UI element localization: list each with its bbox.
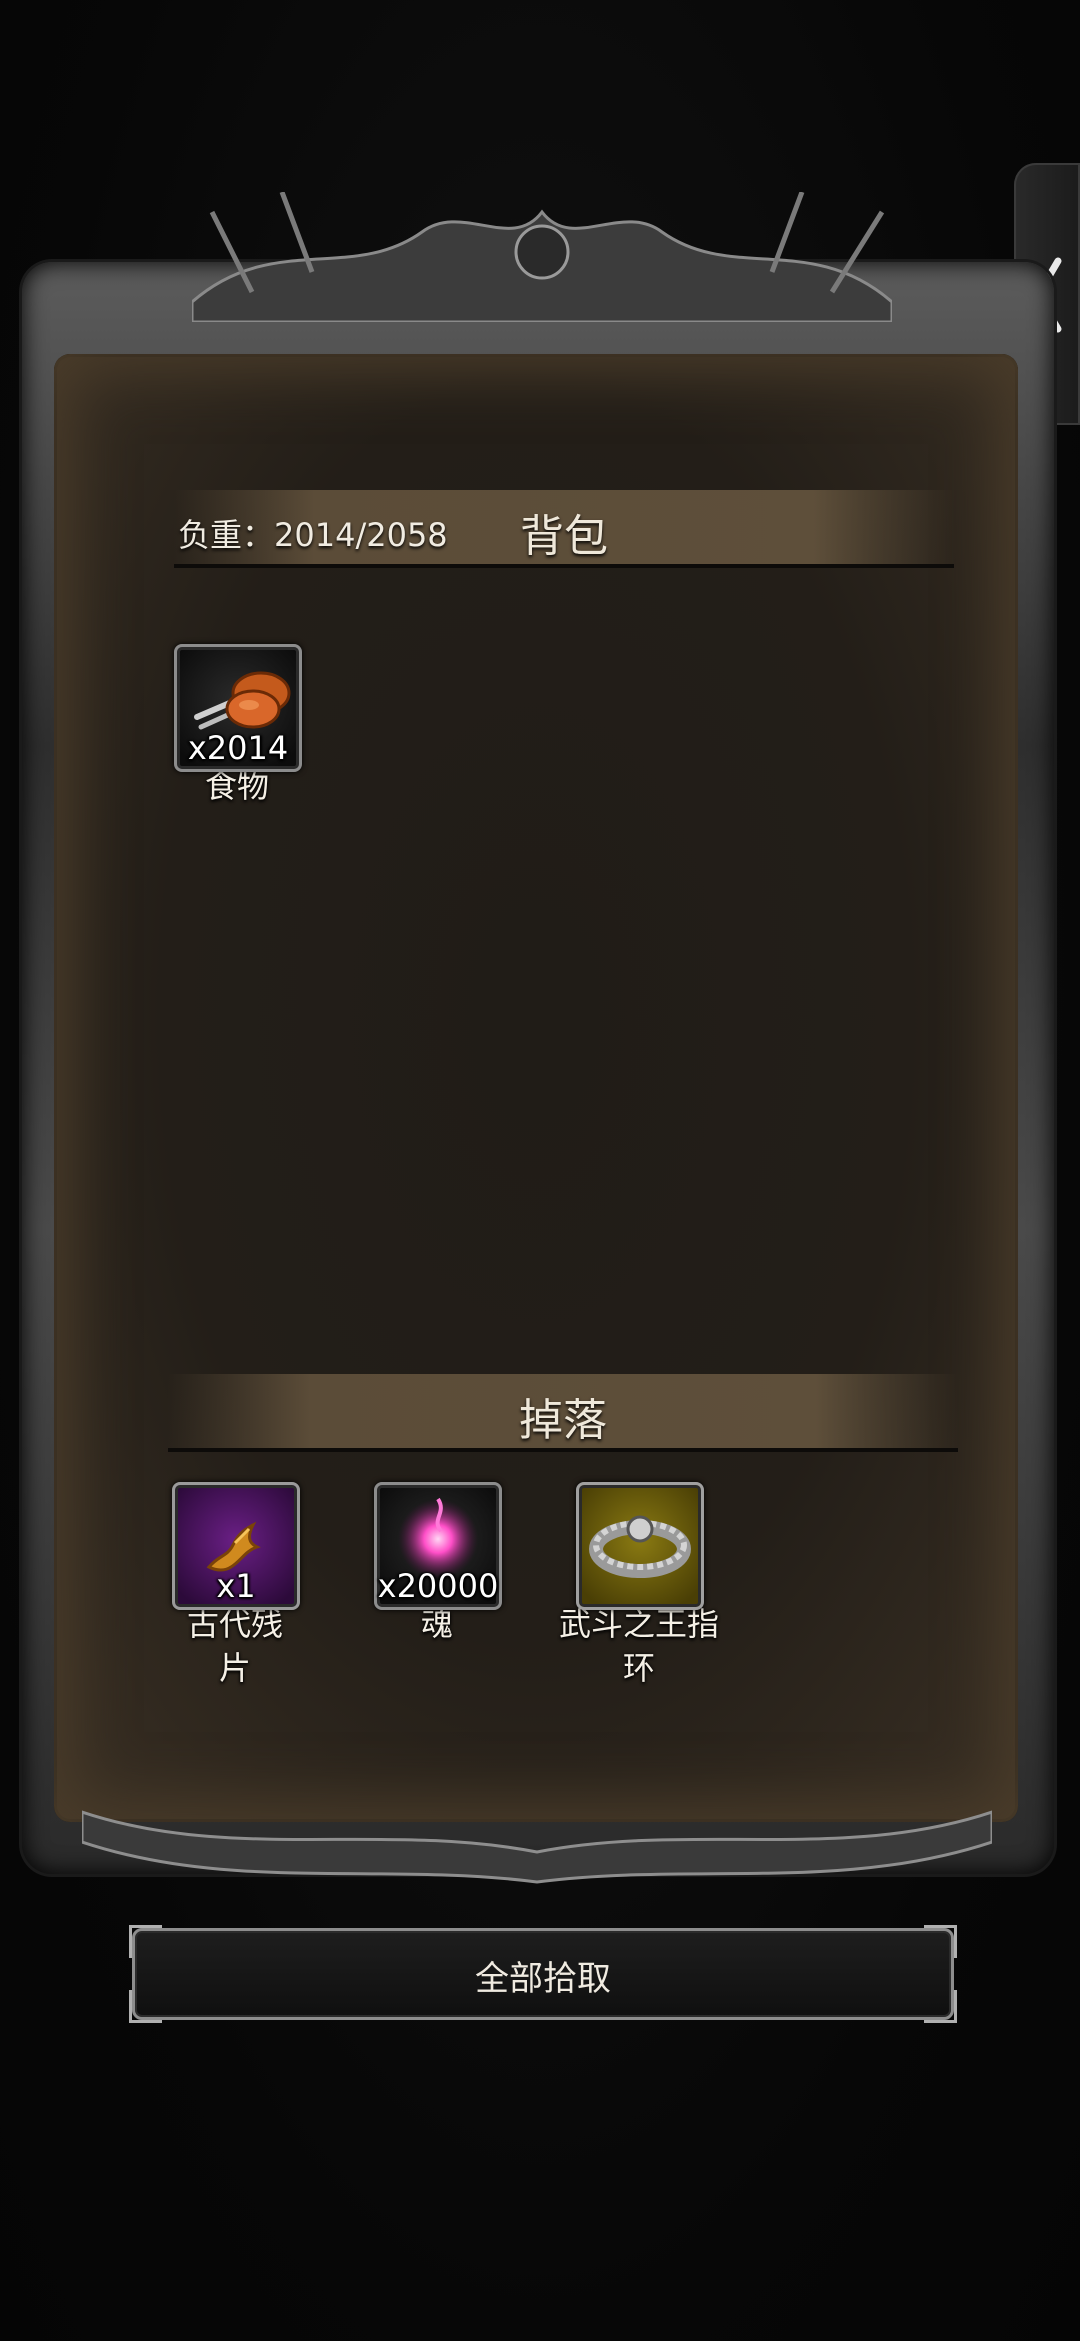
pickup-all-label: 全部拾取 [475, 1959, 611, 1999]
drop-item-soul[interactable]: x20000 魂 [374, 1482, 502, 1646]
pickup-all-button[interactable]: 全部拾取 [129, 1925, 957, 2023]
backpack-header: 负重：2014/2058 背包 [174, 490, 954, 568]
item-slot: x20000 [374, 1482, 502, 1610]
ring-icon [589, 1515, 691, 1578]
inventory-panel: 负重：2014/2058 背包 x2014 食物 掉落 x1 古代残片 x200… [54, 354, 1018, 1822]
header-divider [168, 1448, 958, 1452]
item-name: 武斗之王指环 [558, 1605, 719, 1687]
item-quantity: x2014 [187, 729, 289, 767]
drop-item-ring[interactable]: 武斗之王指环 [559, 1482, 719, 1690]
inventory-frame: 负重：2014/2058 背包 x2014 食物 掉落 x1 古代残片 x200… [22, 192, 1054, 1884]
backpack-title: 背包 [520, 511, 608, 562]
item-name: 古代残片 [186, 1605, 283, 1687]
drop-item-ancient-shard[interactable]: x1 古代残片 [172, 1482, 300, 1690]
drops-title: 掉落 [519, 1395, 607, 1446]
frame-crest-bottom [82, 1810, 992, 1884]
screen: 负重：2014/2058 背包 x2014 食物 掉落 x1 古代残片 x200… [0, 0, 1080, 2341]
backpack-item-food[interactable]: x2014 食物 [174, 644, 302, 808]
frame-crest-top [192, 192, 892, 322]
item-quantity: x1 [216, 1567, 256, 1605]
item-slot: x1 [172, 1482, 300, 1610]
drops-header: 掉落 [168, 1374, 958, 1452]
header-divider [174, 564, 954, 568]
item-slot: x2014 [174, 644, 302, 772]
item-quantity: x20000 [377, 1567, 499, 1605]
item-slot [576, 1482, 704, 1610]
